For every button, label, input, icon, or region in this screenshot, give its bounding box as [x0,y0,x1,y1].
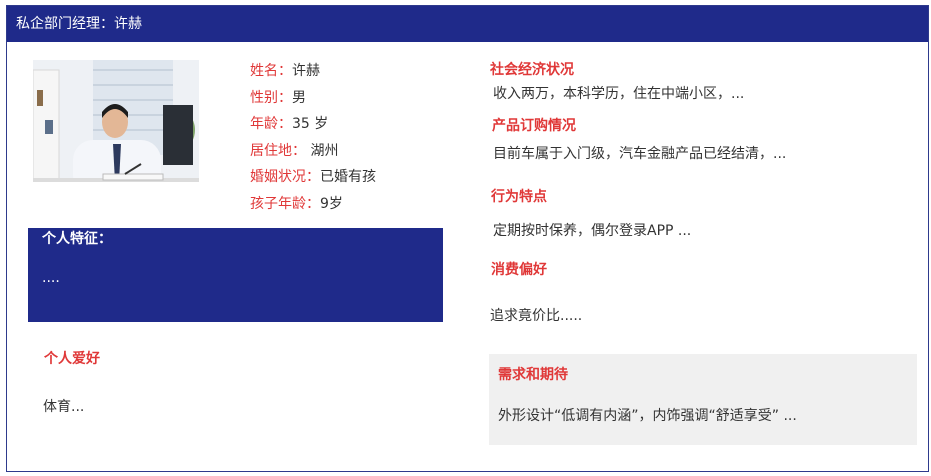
age-value: 35 岁 [292,116,329,133]
behavior-title: 行为特点 [491,189,547,205]
needs-title: 需求和期待 [498,367,568,383]
age-label: 年龄： [250,116,292,133]
gender-label: 性别： [250,89,292,106]
hobby-text: 体育... [43,399,85,415]
child-age-value: 9岁 [320,195,343,212]
name-label: 姓名： [250,63,292,79]
behavior-text: 定期按时保养，偶尔登录APP ... [493,223,692,239]
persona-card: 私企部门经理：许赫 姓名：许赫 性别：男 年龄：35 岁 居住地： 湖州 婚姻状… [6,5,929,472]
name-value: 许赫 [292,63,320,79]
profile-info: 姓名：许赫 性别：男 年龄：35 岁 居住地： 湖州 婚姻状况：已婚有孩 孩子年… [250,58,376,218]
name-row: 姓名：许赫 [250,58,376,85]
product-subscription-text: 目前车属于入门级，汽车金融产品已经结清，... [493,146,787,162]
consumption-text: 追求竟价比..... [490,308,583,324]
socio-economic-title: 社会经济状况 [490,62,574,78]
residence-value: 湖州 [306,142,339,159]
profile-photo [33,60,199,213]
marital-label: 婚姻状况： [250,169,320,186]
age-row: 年龄：35 岁 [250,111,376,138]
child-age-row: 孩子年龄：9岁 [250,191,376,218]
residence-row: 居住地： 湖州 [250,138,376,165]
gender-value: 男 [292,89,306,106]
personal-traits-title: 个人特征： [42,231,112,247]
personal-traits-panel: 个人特征： .... [28,228,443,322]
hobby-title: 个人爱好 [44,351,100,367]
needs-panel: 需求和期待 外形设计“低调有内涵”，内饰强调“舒适享受” ... [489,354,917,445]
page-title: 私企部门经理：许赫 [7,6,928,42]
socio-economic-text: 收入两万，本科学历，住在中端小区，... [493,86,745,102]
residence-label: 居住地： [250,142,306,159]
child-age-label: 孩子年龄： [250,195,320,212]
product-subscription-title: 产品订购情况 [492,118,576,134]
gender-row: 性别：男 [250,85,376,112]
consumption-title: 消费偏好 [491,262,547,278]
needs-text: 外形设计“低调有内涵”，内饰强调“舒适享受” ... [498,408,797,424]
marital-row: 婚姻状况：已婚有孩 [250,164,376,191]
marital-value: 已婚有孩 [320,169,376,186]
personal-traits-text: .... [42,270,60,286]
